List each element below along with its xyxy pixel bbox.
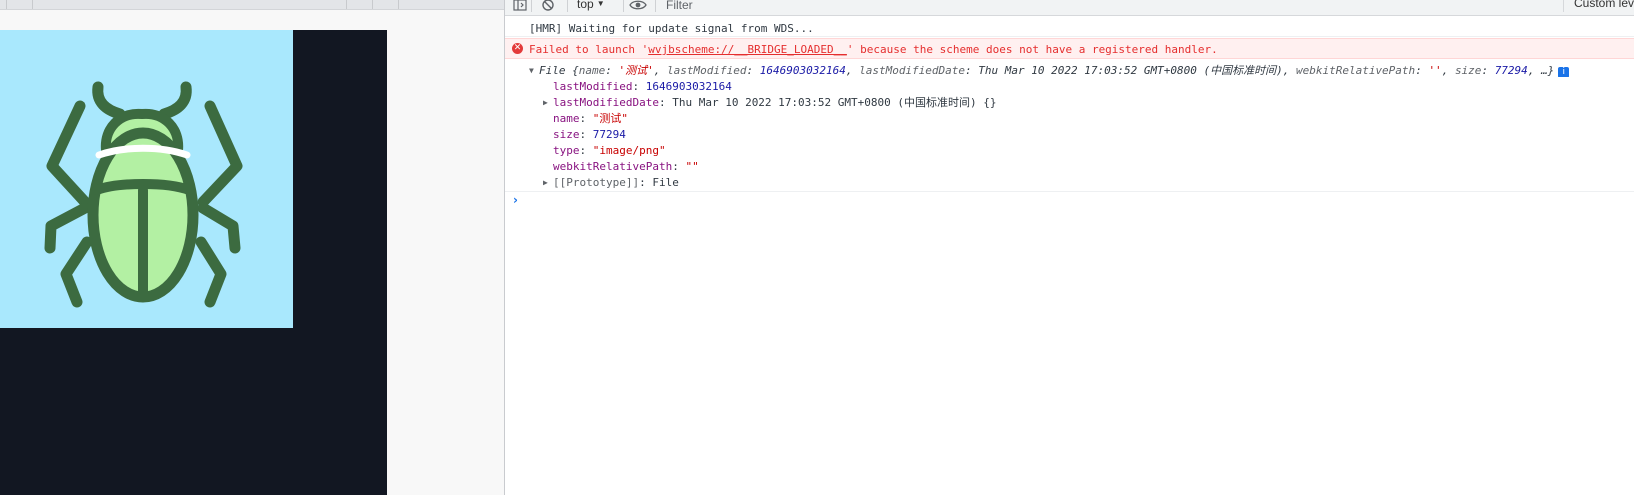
sidebar-toggle-icon[interactable] xyxy=(513,0,527,13)
eye-icon[interactable] xyxy=(629,0,647,13)
summary-value: 1646903032164 xyxy=(759,64,846,77)
toolbar-separator xyxy=(623,0,624,12)
expand-triangle-icon[interactable]: ▶ xyxy=(543,95,553,110)
summary-value: Thu Mar 10 2022 17:03:52 GMT+0800 (中国标准时… xyxy=(978,64,1283,77)
property-key: lastModifiedDate xyxy=(553,96,659,109)
console-message-error: ✕ Failed to launch 'wvjbscheme://__BRIDGE… xyxy=(505,38,1634,59)
strip-divider xyxy=(346,0,347,9)
preview-image-tile xyxy=(0,30,293,328)
devtools-panel: top▼ Custom levels [HMR] Waiting for upd… xyxy=(504,0,1634,495)
property-key: lastModified xyxy=(553,80,633,93)
summary-key: webkitRelativePath xyxy=(1295,64,1416,77)
error-suffix: ' because the scheme does not have a reg… xyxy=(846,43,1218,56)
summary-key: name xyxy=(578,64,606,77)
property-key: webkitRelativePath xyxy=(553,160,673,173)
console-message-log: [HMR] Waiting for update signal from WDS… xyxy=(505,21,1634,37)
error-prefix: Failed to launch ' xyxy=(529,43,649,56)
page-viewport xyxy=(0,0,504,495)
property-key: size xyxy=(553,128,580,141)
property-value: File xyxy=(652,176,679,189)
toolbar-separator xyxy=(655,0,656,12)
property-row-type: type: "image/png" xyxy=(553,144,666,157)
property-row-size: size: 77294 xyxy=(553,128,626,141)
summary-key: lastModifiedDate xyxy=(859,64,966,77)
log-levels-dropdown[interactable]: Custom levels xyxy=(1563,0,1634,12)
property-value: "image/png" xyxy=(592,144,666,157)
property-row-lastmodified: lastModified: 1646903032164 xyxy=(553,80,732,93)
error-link[interactable]: wvjbscheme://__BRIDGE_LOADED__ xyxy=(648,43,847,56)
console-toolbar: top▼ Custom levels xyxy=(505,0,1634,16)
error-icon: ✕ xyxy=(512,43,523,54)
property-key: [[Prototype]] xyxy=(553,176,640,189)
property-key: type xyxy=(553,144,580,157)
property-value: Thu Mar 10 2022 17:03:52 GMT+0800 (中国标准时… xyxy=(672,96,997,109)
context-selector[interactable]: top ▼ xyxy=(577,0,605,11)
file-label: File xyxy=(539,64,573,77)
chevron-down-icon: ▼ xyxy=(596,0,605,8)
summary-ellipsis: …} xyxy=(1541,64,1555,77)
expand-triangle-icon[interactable]: ▶ xyxy=(543,175,553,190)
property-value: "" xyxy=(685,160,699,173)
strip-divider xyxy=(398,0,399,9)
property-value: "测试" xyxy=(592,112,628,125)
property-row-lastmodifieddate[interactable]: ▶ lastModifiedDate: Thu Mar 10 2022 17:03… xyxy=(505,95,1634,111)
strip-divider xyxy=(6,0,7,9)
summary-value: '' xyxy=(1428,64,1442,77)
strip-divider xyxy=(32,0,33,9)
message-divider xyxy=(505,191,1634,192)
console-prompt-icon: › xyxy=(513,193,518,207)
property-value: 77294 xyxy=(592,128,626,141)
bug-icon xyxy=(44,81,243,308)
clear-console-icon[interactable] xyxy=(541,0,555,13)
brace-open: { xyxy=(572,64,579,77)
page-top-strip xyxy=(0,0,504,10)
property-row-prototype[interactable]: ▶ [[Prototype]]: File xyxy=(505,175,1634,191)
filter-input[interactable] xyxy=(662,0,1570,13)
property-value: 1646903032164 xyxy=(645,80,732,93)
strip-divider xyxy=(372,0,373,9)
property-row-webkitrelativepath: webkitRelativePath: "" xyxy=(553,160,699,173)
summary-value: '测试' xyxy=(618,64,654,77)
toolbar-separator xyxy=(531,0,532,12)
summary-value: 77294 xyxy=(1494,64,1528,77)
log-levels-label: Custom levels xyxy=(1574,0,1634,10)
console-input[interactable] xyxy=(529,195,1623,211)
property-key: name xyxy=(553,112,580,125)
info-icon[interactable]: i xyxy=(1558,67,1570,77)
summary-key: size xyxy=(1454,64,1482,77)
toolbar-separator xyxy=(567,0,568,12)
expand-triangle-icon[interactable]: ▼ xyxy=(529,63,539,77)
file-object-summary[interactable]: ▼ File {name: '测试', lastModified: 1646903… xyxy=(505,63,1634,77)
hmr-message-text: [HMR] Waiting for update signal from WDS… xyxy=(529,22,814,35)
summary-key: lastModified xyxy=(667,64,747,77)
property-row-name: name: "测试" xyxy=(553,112,628,125)
context-selector-label: top xyxy=(577,0,594,11)
